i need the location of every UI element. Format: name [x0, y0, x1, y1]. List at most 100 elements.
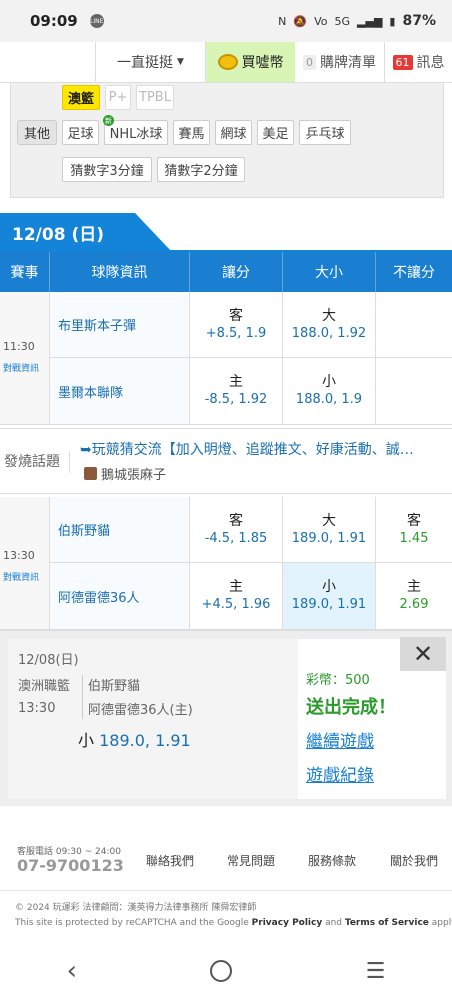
recaptcha-and: and [322, 918, 345, 928]
moneyline-side: 客 [407, 512, 421, 529]
footer-link-about[interactable]: 關於我們 [390, 852, 438, 869]
recaptcha-text: This site is protected by reCAPTCHA and … [15, 918, 252, 928]
total-odds-cell[interactable]: 小 188.0, 1.9 [283, 358, 376, 424]
date-tab: 12/08 (日) [0, 213, 150, 252]
back-icon[interactable]: ‹ [67, 956, 77, 986]
filter-chip-nfl[interactable]: 美足 [257, 120, 294, 145]
bet-slip-summary: 12/08(日) 澳洲職籃 13:30 伯斯野貓 阿德雷德36人(主) 小 18… [8, 639, 298, 799]
spread-odds-cell[interactable]: 客 -4.5, 1.85 [190, 497, 283, 562]
spread-odds-cell[interactable]: 主 +4.5, 1.96 [190, 563, 283, 629]
home-icon[interactable] [210, 960, 233, 982]
copyright-text: © 2024 玩運彩 法律顧問：漢英得力法律事務所 陳舜宏律師 [15, 903, 257, 913]
total-value: 189.0, 1.91 [291, 597, 367, 612]
team-row: 墨爾本聯隊 主 -8.5, 1.92 小 188.0, 1.9 [50, 358, 452, 424]
service-phone[interactable]: 07-9700123 [17, 856, 124, 875]
team-row: 布里斯本子彈 客 +8.5, 1.9 大 188.0, 1.92 [50, 292, 452, 358]
total-odds-cell[interactable]: 大 189.0, 1.91 [283, 497, 376, 562]
filter-chip-nhl[interactable]: 新 NHL冰球 [103, 115, 168, 145]
recaptcha-apply: apply. [431, 918, 452, 928]
nav-blank [0, 42, 96, 82]
hot-topic-label: 發燒話題 [4, 451, 70, 473]
moneyline-value: 2.69 [399, 597, 429, 612]
continue-game-link[interactable]: 繼續遊戲 [306, 727, 374, 752]
spread-value: +4.5, 1.96 [201, 597, 271, 612]
signal-icon: ▂▄▆ [357, 14, 383, 28]
spread-odds-cell[interactable]: 客 +8.5, 1.9 [190, 292, 283, 357]
bet-confirmation-panel: 12/08(日) 澳洲職籃 13:30 伯斯野貓 阿德雷德36人(主) 小 18… [0, 630, 452, 806]
privacy-policy-link[interactable]: Privacy Policy [252, 918, 323, 928]
spread-odds-cell[interactable]: 主 -8.5, 1.92 [190, 358, 283, 424]
spread-side: 主 [229, 374, 243, 390]
filter-chip-nhl-label: NHL冰球 [109, 127, 163, 142]
moneyline-odds-cell[interactable]: 主 2.69 [376, 563, 452, 629]
cart-button[interactable]: 0 購牌清單 [295, 42, 385, 82]
hot-topic-link[interactable]: ➥玩競猜交流【加入明燈、追蹤推文、好康活動、誠… [80, 439, 448, 459]
game-record-link[interactable]: 遊戲紀錄 [306, 761, 374, 786]
col-header-event: 賽事 [0, 252, 50, 292]
total-side: 小 [322, 374, 336, 390]
filter-chip-p-plus[interactable]: P+ [105, 85, 131, 110]
spread-value: -8.5, 1.92 [204, 392, 268, 407]
close-button[interactable]: ✕ [400, 637, 446, 671]
user-dropdown[interactable]: 一直挺挺 ▼ [96, 42, 206, 82]
col-header-team: 球隊資訊 [50, 252, 190, 292]
filter-chip-tennis[interactable]: 網球 [215, 120, 252, 145]
team-row: 伯斯野貓 客 -4.5, 1.85 大 189.0, 1.91 客 1.45 [50, 497, 452, 563]
status-time: 09:09 [30, 12, 78, 30]
filter-chip-soccer[interactable]: 足球 [62, 120, 99, 145]
filter-chip-nbl[interactable]: 澳籃 [62, 85, 100, 110]
total-side: 大 [322, 512, 336, 529]
total-odds-cell[interactable]: 大 188.0, 1.92 [283, 292, 376, 357]
filter-chip-table-tennis[interactable]: 乒乓球 [299, 120, 351, 145]
filter-chip-tpbl[interactable]: TPBL [136, 85, 174, 110]
matchup-info-link[interactable]: 對戰資訊 [3, 570, 39, 583]
coin-icon [217, 54, 238, 70]
cart-count-badge: 0 [303, 54, 316, 70]
odds-table-header: 賽事 球隊資訊 讓分 大小 不讓分 [0, 252, 452, 292]
buy-coin-label: 買噓幣 [241, 55, 284, 71]
status-icons: N 🔕 Vo 5G ▂▄▆ ▮ 87% [278, 13, 436, 29]
filter-chip-guess-2min[interactable]: 猜數字2分鐘 [157, 157, 245, 182]
filter-chip-horse[interactable]: 賽馬 [173, 120, 210, 145]
nfc-icon: N [278, 14, 287, 28]
bet-pick-side: 小 [78, 731, 95, 750]
bet-team-home: 阿德雷德36人(主) [88, 703, 193, 718]
hot-topic-author[interactable]: 鵝城張麻子 [84, 464, 166, 483]
submit-success-text: 送出完成！ [306, 697, 396, 718]
messages-button[interactable]: 61 訊息 [385, 42, 452, 82]
team-name[interactable]: 伯斯野貓 [50, 497, 190, 562]
col-header-spread: 讓分 [190, 252, 283, 292]
league-filter-panel: 澳籃 P+ TPBL 其他 足球 新 NHL冰球 賽馬 網球 美足 乒乓球 猜數… [10, 83, 444, 198]
team-name[interactable]: 阿德雷德36人 [50, 563, 190, 629]
total-value: 188.0, 1.9 [295, 392, 363, 407]
total-odds-cell-selected[interactable]: 小 189.0, 1.91 [283, 563, 376, 629]
team-name[interactable]: 墨爾本聯隊 [50, 358, 190, 424]
team-name[interactable]: 布里斯本子彈 [50, 292, 190, 357]
caret-down-icon: ▼ [177, 57, 184, 67]
avatar [84, 467, 97, 480]
terms-of-service-link[interactable]: Terms of Service [345, 918, 429, 928]
other-sports-label: 其他 [17, 120, 57, 145]
top-nav: 一直挺挺 ▼ 買噓幣 0 購牌清單 61 訊息 [0, 42, 452, 83]
bet-team-away: 伯斯野貓 [88, 679, 141, 694]
bet-pick: 小 189.0, 1.91 [78, 727, 191, 751]
recent-apps-icon[interactable]: ☰ [366, 959, 386, 984]
col-header-moneyline: 不讓分 [393, 265, 435, 281]
moneyline-odds-cell[interactable]: 客 1.45 [376, 497, 452, 562]
matchup-info-link[interactable]: 對戰資訊 [3, 361, 39, 374]
footer-link-contact[interactable]: 聯絡我們 [146, 852, 194, 869]
game-meta: 13:30 對戰資訊 [0, 497, 50, 629]
filter-chip-guess-3min[interactable]: 猜數字3分鐘 [62, 157, 152, 182]
battery-level: 87% [402, 13, 436, 29]
spread-side: 主 [229, 579, 243, 595]
footer-link-faq[interactable]: 常見問題 [227, 852, 275, 869]
buy-coin-button[interactable]: 買噓幣 [206, 42, 295, 82]
date-header: 12/08 (日) [0, 213, 452, 252]
spread-value: -4.5, 1.85 [204, 530, 268, 546]
bet-pick-odds: 189.0, 1.91 [99, 731, 191, 750]
moneyline-side: 主 [407, 579, 421, 595]
divider [82, 675, 83, 719]
footer-link-terms[interactable]: 服務條款 [308, 852, 356, 869]
recaptcha-notice: This site is protected by reCAPTCHA and … [15, 918, 452, 928]
spread-value: +8.5, 1.9 [205, 325, 267, 341]
